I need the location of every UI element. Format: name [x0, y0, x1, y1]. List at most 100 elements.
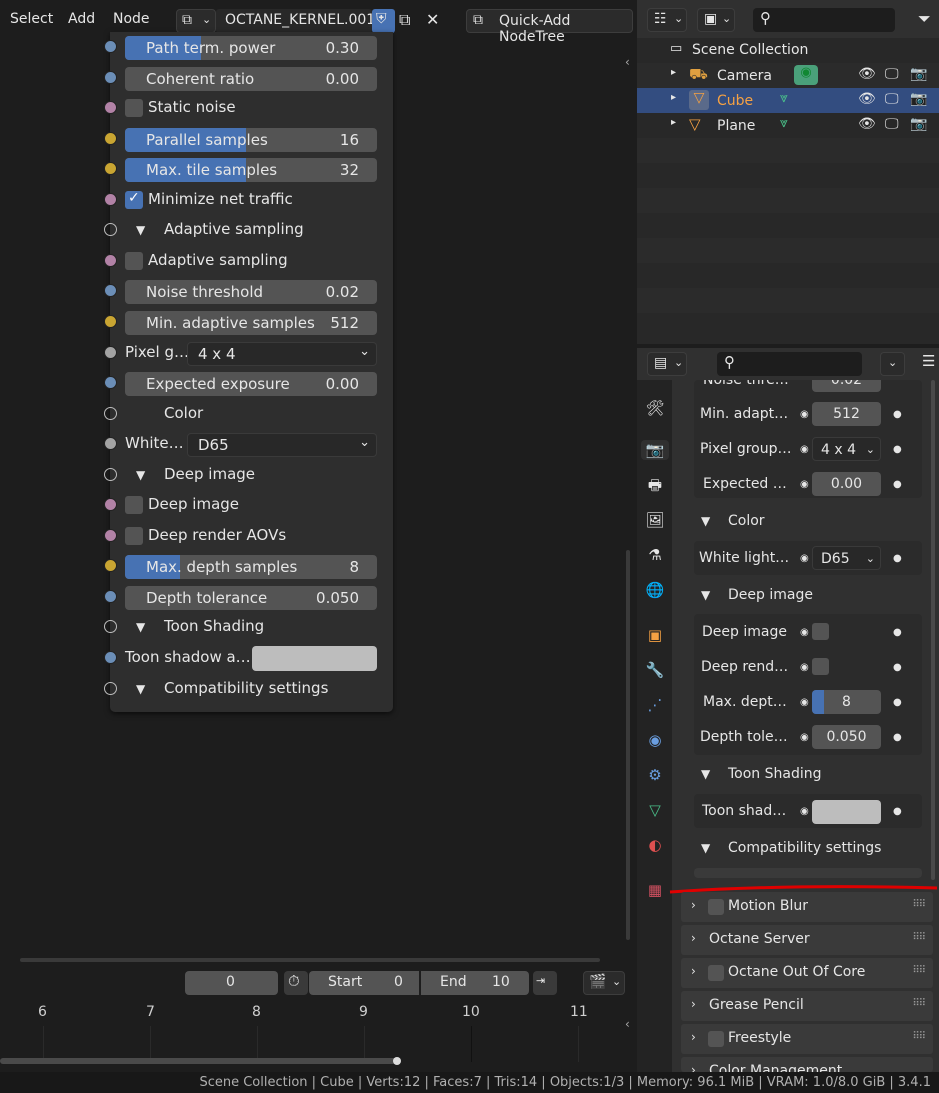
menu-select[interactable]: Select	[10, 11, 53, 27]
value-slider[interactable]: Noise threshold 0.02	[125, 280, 377, 305]
properties-scrollbar[interactable]	[931, 380, 935, 880]
camera-render-icon[interactable]: 📷	[910, 91, 927, 107]
outliner-item-cube[interactable]: ▸ ▽ Cube ⩔ 👁 🖵 📷	[637, 88, 939, 113]
socket-pink[interactable]	[104, 253, 117, 267]
filter-icon[interactable]: ⏷	[918, 9, 931, 29]
scroll-handle[interactable]	[393, 1057, 401, 1065]
socket-blue[interactable]	[104, 589, 117, 603]
frame-range-icon[interactable]: ⇥	[533, 971, 557, 995]
socket-pink[interactable]	[104, 101, 117, 115]
socket-pink[interactable]	[104, 498, 117, 512]
value-slider[interactable]: Coherent ratio 0.00	[125, 66, 377, 91]
socket-empty[interactable]	[104, 681, 117, 695]
disclosure-triangle-icon[interactable]: ▼	[701, 767, 710, 781]
eye-icon[interactable]: 👁	[858, 66, 876, 82]
scene-tab-icon[interactable]: ⚗	[645, 545, 665, 565]
texture-tab-icon[interactable]: ▦	[645, 880, 665, 900]
value-slider[interactable]: Path term. power 0.30	[125, 36, 377, 60]
motion-blur-checkbox[interactable]	[708, 899, 724, 915]
chevron-left-icon[interactable]: ‹	[625, 1017, 630, 1031]
list-icon[interactable]: ☰	[922, 352, 935, 370]
section-octane-server[interactable]: › Octane Server ⠿⠿	[681, 925, 933, 955]
disclosure-triangle-icon[interactable]: ▼	[136, 223, 145, 237]
socket-empty[interactable]	[104, 620, 117, 634]
max-depth-samples-slider[interactable]: 8	[812, 690, 881, 714]
fake-user-shield-icon[interactable]: ⛨	[372, 9, 395, 33]
panel-header-label[interactable]: Adaptive sampling	[164, 220, 304, 238]
value-slider[interactable]: Min. adaptive samples 512	[125, 310, 377, 335]
section-grease-pencil[interactable]: › Grease Pencil ⠿⠿	[681, 991, 933, 1021]
camera-render-icon[interactable]: 📷	[910, 116, 927, 132]
stopwatch-icon[interactable]: ⏱	[284, 971, 308, 995]
min-adaptive-samples-field[interactable]: 512	[812, 402, 881, 426]
disclosure-triangle-icon[interactable]: ▼	[136, 620, 145, 634]
output-tab-icon[interactable]: 🖶	[645, 475, 665, 495]
panel-header-label[interactable]: Deep image	[164, 465, 255, 483]
checkbox[interactable]	[125, 526, 143, 545]
end-frame-field[interactable]: End 10	[421, 971, 529, 995]
disclosure-triangle-icon[interactable]: ▼	[701, 841, 710, 855]
disclosure-triangle-icon[interactable]: ▼	[701, 514, 710, 528]
deep-image-checkbox[interactable]	[812, 623, 829, 640]
world-tab-icon[interactable]: 🌐	[645, 580, 665, 600]
socket-blue[interactable]	[104, 284, 117, 298]
timeline-scrollbar[interactable]	[0, 1058, 400, 1064]
toon-shadow-color-swatch[interactable]	[812, 800, 881, 824]
socket-blue[interactable]	[104, 376, 117, 390]
white-light-select[interactable]: D65 ⌄	[812, 546, 881, 570]
monitor-icon[interactable]: 🖵	[885, 66, 899, 82]
enum-select[interactable]: 4 x 4 ⌄	[187, 341, 377, 366]
display-mode-button[interactable]: ☷ ⌄	[647, 8, 687, 32]
keyframe-dot[interactable]: ◉	[800, 409, 809, 420]
render-tab-icon[interactable]: 📷	[641, 440, 669, 460]
panel-header-label[interactable]: Toon Shading	[164, 617, 264, 635]
object-tab-icon[interactable]: ▣	[645, 625, 665, 645]
physics-tab-icon[interactable]: ◉	[645, 730, 665, 750]
socket-empty[interactable]	[104, 223, 117, 237]
outliner-item-plane[interactable]: ▸ ▽ Plane ⩔ 👁 🖵 📷	[637, 113, 939, 138]
socket-grey[interactable]	[104, 437, 117, 451]
properties-search-input[interactable]: ⚲	[717, 352, 862, 376]
start-frame-field[interactable]: Start 0	[309, 971, 419, 995]
section-color-management[interactable]: › Color Management	[681, 1057, 933, 1072]
menu-add[interactable]: Add	[68, 11, 95, 27]
section-motion-blur[interactable]: › Motion Blur ⠿⠿	[681, 892, 933, 922]
freestyle-checkbox[interactable]	[708, 1031, 724, 1047]
data-tab-icon[interactable]: ▽	[645, 800, 665, 820]
panel-header-label[interactable]: Color	[164, 404, 203, 422]
clapperboard-icon[interactable]: 🎬 ⌄	[583, 971, 625, 995]
monitor-icon[interactable]: 🖵	[885, 116, 899, 132]
material-tab-icon[interactable]: ◐	[645, 835, 665, 855]
modifier-tab-icon[interactable]: 🔧	[645, 660, 665, 680]
section-freestyle[interactable]: › Freestyle ⠿⠿	[681, 1024, 933, 1054]
socket-pink[interactable]	[104, 192, 117, 206]
tool-tab-icon[interactable]: 🛠	[645, 398, 665, 418]
constraints-tab-icon[interactable]: ⚙	[645, 765, 665, 785]
enum-select[interactable]: D65 ⌄	[187, 433, 377, 458]
socket-pink[interactable]	[104, 528, 117, 542]
value-slider[interactable]: Expected exposure 0.00	[125, 372, 377, 397]
socket-blue[interactable]	[104, 70, 117, 84]
socket-yellow[interactable]	[104, 131, 117, 145]
checkbox[interactable]	[125, 99, 143, 118]
depth-tolerance-field[interactable]: 0.050	[812, 725, 881, 749]
out-of-core-checkbox[interactable]	[708, 965, 724, 981]
menu-node[interactable]: Node	[113, 11, 150, 27]
outliner-item-camera[interactable]: ▸ ⛟ Camera ◉ 👁 🖵 📷	[637, 63, 939, 88]
eye-icon[interactable]: 👁	[858, 116, 876, 132]
filter-type-button[interactable]: ▣ ⌄	[697, 8, 735, 32]
value-slider[interactable]: Depth tolerance 0.050	[125, 585, 377, 610]
pixel-grouping-select[interactable]: 4 x 4 ⌄	[812, 437, 881, 461]
socket-empty[interactable]	[104, 406, 117, 420]
checkbox[interactable]	[125, 251, 143, 270]
node-tree-name-field[interactable]: OCTANE_KERNEL.001	[216, 9, 375, 33]
view-layer-tab-icon[interactable]: 🖼	[645, 510, 665, 530]
expected-exposure-field[interactable]: 0.00	[812, 472, 881, 496]
panel-header-label[interactable]: Compatibility settings	[164, 679, 328, 697]
section-octane-out-of-core[interactable]: › Octane Out Of Core ⠿⠿	[681, 958, 933, 988]
deep-render-aovs-checkbox[interactable]	[812, 658, 829, 675]
monitor-icon[interactable]: 🖵	[885, 91, 899, 107]
vertical-scrollbar[interactable]	[626, 550, 630, 940]
node-tree-type-button[interactable]: ⧉ ⌄	[176, 9, 216, 33]
socket-grey[interactable]	[104, 345, 117, 359]
